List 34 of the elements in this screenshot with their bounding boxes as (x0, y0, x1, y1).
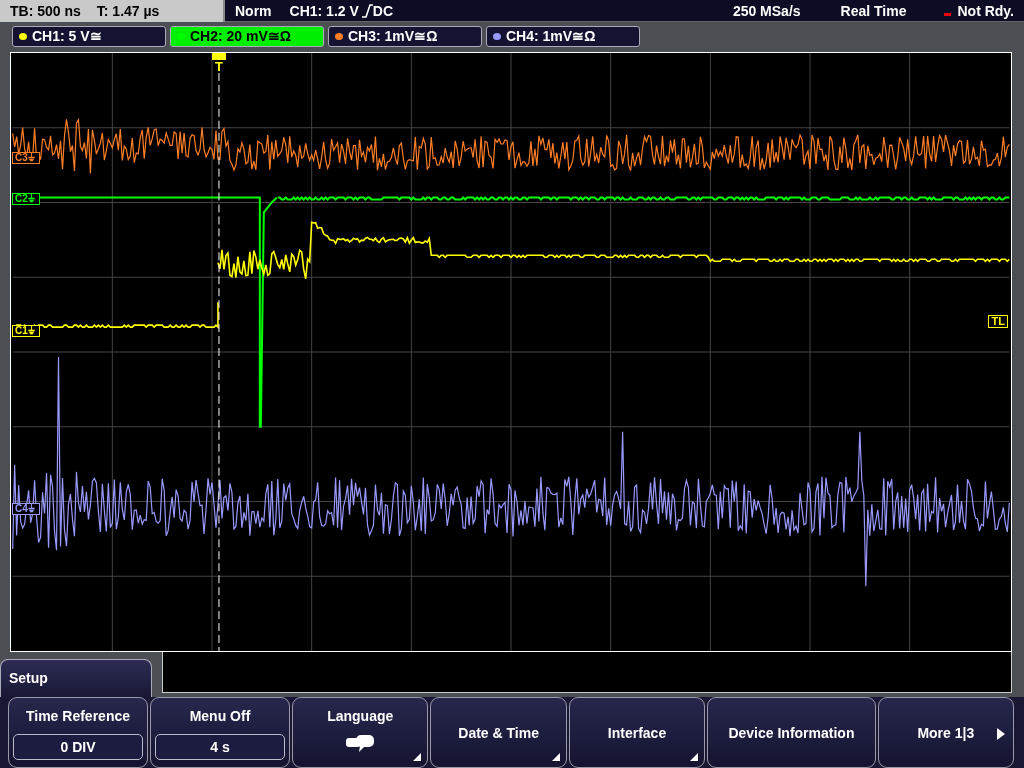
softkey[interactable]: More 1|3 (877, 697, 1015, 768)
softkey[interactable]: Language (292, 697, 429, 768)
softkey[interactable]: Date & Time (430, 697, 567, 768)
channel-tab[interactable]: CH1: 5 V≅ (12, 26, 166, 47)
acquisition-state: Not Rdy. (957, 2, 1014, 19)
channel-tab[interactable]: CH3: 1mV≅Ω (328, 26, 482, 47)
rising-edge-icon (360, 3, 373, 18)
channel-marker: C4⏚ (12, 502, 40, 515)
timebase-readout: TB: 500 ns (10, 3, 81, 20)
channel-marker: C2⏚ (12, 192, 40, 205)
status-indicator-icon (944, 13, 952, 17)
softkey-value: 0 DIV (13, 734, 143, 761)
trigger-time-readout: T: 1.47 µs (96, 3, 160, 20)
trigger-mode: Norm (235, 2, 272, 19)
channel-tab[interactable]: CH2: 20 mV≅Ω (170, 26, 324, 47)
channel-tab[interactable]: CH4: 1mV≅Ω (486, 26, 640, 47)
softkey-value: 4 s (155, 734, 285, 761)
softkey[interactable]: Time Reference 0 DIV (8, 697, 148, 768)
trigger-level: CH1: 1.2 V (289, 2, 359, 19)
corner-triangle-icon (690, 753, 699, 761)
softkey[interactable]: Menu Off 4 s (150, 697, 290, 768)
speech-bubbles-icon (345, 734, 376, 755)
trigger-level-marker: TL (987, 314, 1008, 328)
softkey[interactable]: Interface (568, 697, 706, 768)
acquisition-mode: Real Time (840, 2, 907, 19)
arrow-right-icon (997, 728, 1006, 741)
sample-rate: 250 MSa/s (732, 2, 801, 19)
softkey[interactable]: Device Information (707, 697, 876, 768)
channel-marker: C3⏚ (12, 151, 40, 164)
trigger-coupling: DC (372, 2, 394, 19)
channel-marker: C1⏚ (12, 324, 40, 337)
corner-triangle-icon (413, 753, 422, 761)
corner-triangle-icon (551, 753, 560, 761)
trigger-marker: T (212, 52, 226, 73)
